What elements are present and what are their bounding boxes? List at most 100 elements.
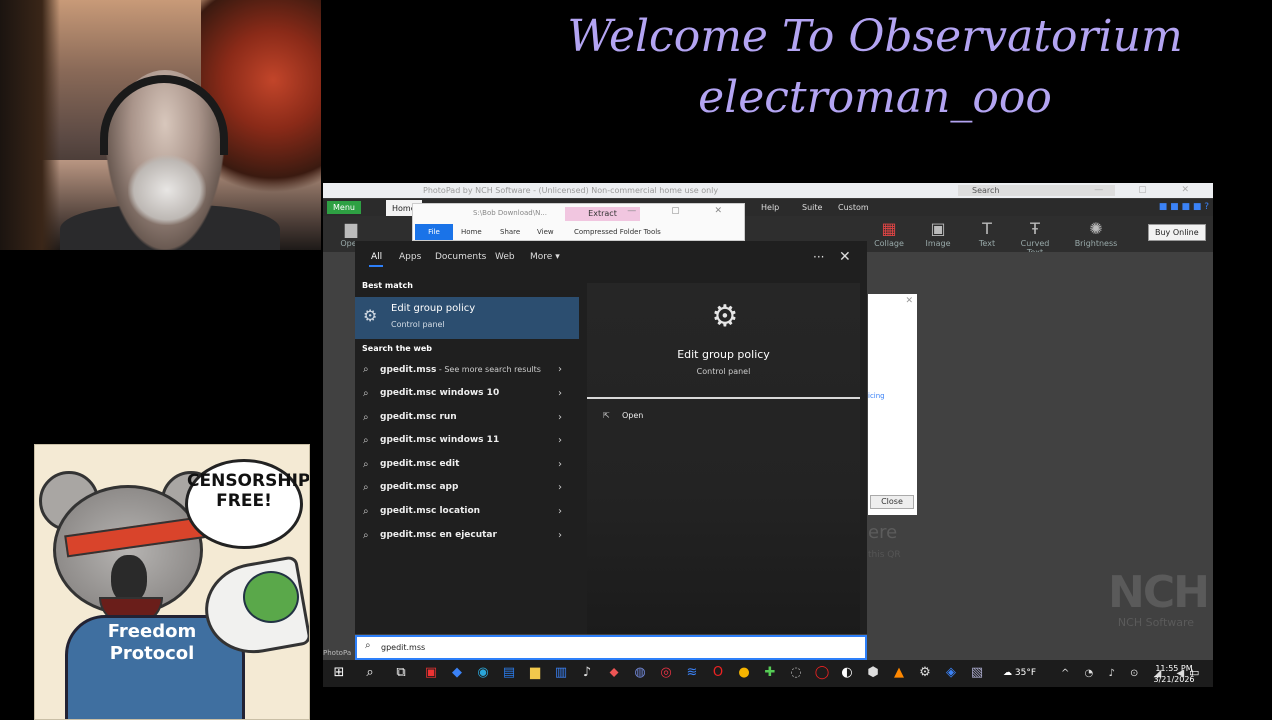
explorer-window-controls[interactable]: — ▢ ✕ <box>627 206 738 216</box>
filter-tab-web[interactable]: Web <box>495 241 515 273</box>
app-icon[interactable]: ✚ <box>761 664 779 682</box>
photopad-search-input[interactable]: Search <box>958 185 1115 196</box>
webcam-trees <box>0 0 60 250</box>
filter-tab-more[interactable]: More ▾ <box>530 241 560 273</box>
app-icon[interactable]: ⬢ <box>864 664 882 682</box>
webcam-person-beard <box>128 155 206 225</box>
discord-icon[interactable]: ◍ <box>631 664 649 682</box>
web-result[interactable]: ⌕ gpedit.msc run › <box>355 406 579 429</box>
screen: Welcome To Observatorium electroman_ooo … <box>0 0 1272 720</box>
taskbar-search-box[interactable]: ⌕ <box>355 635 867 660</box>
gear-icon[interactable]: ⚙ <box>916 664 934 682</box>
vlc-icon[interactable]: ▲ <box>890 664 908 682</box>
web-result[interactable]: ⌕ gpedit.mss - See more search results › <box>355 358 579 381</box>
filter-tab-documents[interactable]: Documents <box>435 241 486 273</box>
app-icon[interactable]: ◯ <box>813 664 831 682</box>
tab-suite[interactable]: Suite <box>802 199 822 216</box>
open-icon: ⇱ <box>603 411 610 420</box>
app-icon[interactable]: ● <box>735 664 753 682</box>
collage-tool-label: Collage <box>874 239 904 248</box>
search-icon: ⌕ <box>363 388 369 399</box>
image-tool[interactable]: ▣ Image <box>916 219 960 248</box>
notification-icon[interactable]: ▭ <box>1189 666 1199 679</box>
edge-icon[interactable]: ◉ <box>474 664 492 682</box>
web-result[interactable]: ⌕ gpedit.msc windows 10 › <box>355 382 579 405</box>
app-icon[interactable]: ◌ <box>787 664 805 682</box>
group-policy-icon: ⚙ <box>363 306 378 325</box>
app-icon[interactable]: ⬥ <box>605 664 623 682</box>
chevron-right-icon: › <box>558 412 562 423</box>
web-result[interactable]: ⌕ gpedit.msc app › <box>355 476 579 499</box>
best-match-subtitle: Control panel <box>391 320 445 329</box>
search-icon: ⌕ <box>365 640 371 651</box>
web-result[interactable]: ⌕ gpedit.msc en ejecutar › <box>355 524 579 547</box>
brightness-icon: ✺ <box>1089 219 1103 238</box>
web-result-text: gpedit.msc app <box>380 482 459 492</box>
app-icon[interactable]: ◈ <box>942 664 960 682</box>
photopad-menu-button[interactable]: Menu <box>327 201 361 214</box>
web-result[interactable]: ⌕ gpedit.msc location › <box>355 500 579 523</box>
stream-title: Welcome To Observatorium electroman_ooo <box>480 6 1270 128</box>
koala-poster: Freedom Protocol CENSORSHIP FREE! <box>34 444 310 720</box>
app-icon[interactable]: ♪ <box>578 664 596 682</box>
brightness-tool[interactable]: ✺ Brightness <box>1074 219 1118 248</box>
dialog-link[interactable]: icing <box>868 392 885 400</box>
search-input[interactable] <box>381 640 851 655</box>
nch-logo-mark: NCH <box>1108 567 1210 618</box>
opera-icon[interactable]: O <box>709 664 727 682</box>
web-result-text: gpedit.mss - See more search results <box>380 358 541 382</box>
web-result[interactable]: ⌕ gpedit.msc windows 11 › <box>355 429 579 452</box>
windows-start-icon[interactable]: ⊞ <box>330 664 348 682</box>
app-icon[interactable]: ◆ <box>448 664 466 682</box>
explorer-tab-home[interactable]: Home <box>461 224 482 241</box>
best-match-heading: Best match <box>362 281 413 290</box>
koala-nose <box>111 555 147 603</box>
folder-icon[interactable]: ▆ <box>526 664 544 682</box>
tab-help[interactable]: Help <box>761 199 779 216</box>
filter-tab-apps[interactable]: Apps <box>399 241 421 273</box>
store-icon[interactable]: ▥ <box>552 664 570 682</box>
weather-widget[interactable]: ☁ 35°F <box>1003 660 1036 687</box>
file-explorer-window: S:\Bob Download\N... Extract — ▢ ✕ File … <box>412 203 745 241</box>
app-icon[interactable]: ▧ <box>968 664 986 682</box>
search-filter-tabs: All Apps Documents Web More ▾ ··· ✕ <box>355 241 867 273</box>
chrome-icon[interactable]: ◎ <box>657 664 675 682</box>
canvas-background-subtext: this QR <box>868 550 901 560</box>
more-options-icon[interactable]: ··· <box>813 241 824 273</box>
photopad-title: PhotoPad by NCH Software - (Unlicensed) … <box>423 186 719 195</box>
buy-online-button[interactable]: Buy Online <box>1148 224 1206 241</box>
web-result[interactable]: ⌕ gpedit.msc edit › <box>355 453 579 476</box>
task-view-icon[interactable]: ⧉ <box>392 664 410 682</box>
start-search-panel: All Apps Documents Web More ▾ ··· ✕ Best… <box>355 241 867 634</box>
app-icon[interactable]: ▣ <box>422 664 440 682</box>
explorer-ribbon-tabs: File Home Share View Compressed Folder T… <box>413 224 746 241</box>
social-icons[interactable]: ■ ■ ■ ■ ? <box>1159 202 1209 213</box>
brightness-tool-label: Brightness <box>1074 239 1118 248</box>
collage-tool[interactable]: ▦ Collage <box>867 219 911 248</box>
stream-title-line1: Welcome To Observatorium <box>567 11 1183 62</box>
app-icon[interactable]: ◐ <box>838 664 856 682</box>
explorer-tab-share[interactable]: Share <box>500 224 520 241</box>
app-icon[interactable]: ▤ <box>500 664 518 682</box>
search-icon: ⌕ <box>363 412 369 423</box>
photopad-window-controls[interactable]: — ▢ ✕ <box>1094 183 1205 198</box>
close-icon[interactable]: ✕ <box>839 241 851 273</box>
best-match-item[interactable]: ⚙ Edit group policy Control panel <box>355 297 579 339</box>
tab-custom[interactable]: Custom <box>838 199 869 216</box>
dialog-close-button[interactable]: Close <box>870 495 914 509</box>
canvas-background-text: ere <box>868 522 898 543</box>
web-result-extra: - See more search results <box>436 365 541 374</box>
web-result-text: gpedit.msc windows 11 <box>380 435 500 445</box>
nch-logo-text: NCH Software <box>1117 616 1195 629</box>
text-tool-label: Text <box>978 239 996 248</box>
text-tool[interactable]: T Text <box>965 219 1009 248</box>
explorer-tab-compressed[interactable]: Compressed Folder Tools <box>574 224 661 241</box>
search-icon[interactable]: ⌕ <box>361 664 379 682</box>
search-icon: ⌕ <box>363 435 369 446</box>
filter-tab-all[interactable]: All <box>371 241 382 273</box>
open-action[interactable]: ⇱ Open <box>587 406 860 426</box>
explorer-tab-view[interactable]: View <box>537 224 554 241</box>
explorer-tab-file[interactable]: File <box>415 224 453 240</box>
app-icon[interactable]: ≋ <box>683 664 701 682</box>
dialog-close-icon[interactable]: ✕ <box>905 296 913 306</box>
